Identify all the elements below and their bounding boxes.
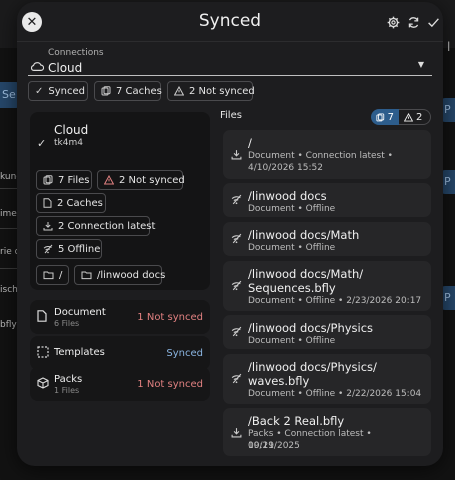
file-path: /linwood docs/Math [248,228,360,242]
file-path: /linwood docs/Physics/ [248,360,377,374]
file-meta: Document • Offline • 2/23/2026 20:17 [248,296,422,306]
download-icon [43,221,53,231]
file-path: /linwood docs/Math/ [248,267,364,281]
cloud-connection-card: Cloud ✓ tk4m4 7 Files 2 Not synced 2 Cac… [30,112,210,290]
background-glyph: l [447,40,451,54]
connection-user: tk4m4 [54,138,83,148]
chip-offline[interactable]: 5 Offline [36,239,102,259]
file-path: /linwood docs [248,189,327,203]
check-icon: ✓ [35,85,44,97]
chip-not-synced[interactable]: 2 Not synced [167,81,255,101]
background-button[interactable]: P [441,98,455,122]
file-meta: Document • Offline • 2/22/2026 15:04 [248,389,422,399]
offline-icon [231,326,242,340]
file-path: / [248,136,252,150]
asset-name: Templates [54,347,105,358]
document-icon [37,310,47,325]
file-meta: Document • Connection latest • [248,151,393,161]
asset-row-templates[interactable]: Templates Synced [30,336,210,370]
file-path: Sequences.bfly [248,281,336,295]
file-meta: Document • Offline [248,336,336,346]
file-meta: Document • Offline [248,243,336,253]
chip-caches[interactable]: 7 Caches [94,81,162,101]
connection-select[interactable]: Connections Cloud ▼ [28,48,432,76]
dialog-title: Synced [198,11,262,31]
offline-icon [231,233,242,247]
asset-status: Synced [166,348,203,359]
dialog-header: ✕ Synced [17,2,443,42]
warning-icon [404,112,413,122]
file-row[interactable]: / Document • Connection latest • 4/10/20… [223,130,431,179]
offline-icon [231,280,242,294]
chip-synced[interactable]: ✓ Synced [28,81,88,101]
files-title: Files [220,110,242,121]
download-icon [231,427,242,441]
file-row[interactable]: /linwood docs Document • Offline [223,183,431,217]
file-row[interactable]: /Back 2 Real.bfly Packs • Connection lat… [223,408,431,456]
warning-icon [174,86,184,96]
asset-row-document[interactable]: Document 6 Files 1 Not synced [30,300,210,334]
cloud-icon [30,62,44,71]
folder-icon [81,270,92,280]
file-meta: Document • Offline [248,204,336,214]
cache-icon [101,86,111,96]
offline-icon [231,194,242,208]
file-row[interactable]: /linwood docs/Physics Document • Offline [223,315,431,349]
connection-name: Cloud [54,123,89,137]
asset-status: 1 Not synced [137,379,203,390]
chip-not-synced[interactable]: 2 Not synced [97,170,185,190]
asset-status: 1 Not synced [137,312,203,323]
file-meta: 4/10/2026 15:52 [248,163,323,173]
badge-warning[interactable]: 2 [399,109,431,125]
check-icon: ✓ [37,137,47,150]
sync-dialog: ✕ Synced Connections Cloud ▼ ✓ Synced 7 C… [17,2,443,466]
chip-caches[interactable]: 2 Caches [36,193,106,213]
template-icon [37,346,49,361]
folder-icon [43,270,54,280]
warning-icon [104,175,114,185]
chip-folder-root[interactable]: / [36,265,69,285]
gear-icon[interactable] [385,14,401,30]
files-badges: 7 2 [371,109,433,125]
file-row[interactable]: /linwood docs/Math Document • Offline [223,222,431,256]
background-button[interactable]: P [441,286,455,310]
connection-label: Connections [48,48,104,58]
chip-folder-linwood-docs[interactable]: /linwood docs [74,265,165,285]
check-icon[interactable] [425,14,441,30]
file-icon [43,198,52,208]
chip-files[interactable]: 7 Files [36,170,92,190]
file-path: /Back 2 Real.bfly [248,414,345,428]
asset-count: 1 Files [54,386,80,395]
asset-row-packs[interactable]: Packs 1 Files 1 Not synced [30,367,210,401]
chip-connection-latest[interactable]: 2 Connection latest [36,216,155,236]
package-icon [37,377,49,392]
header-divider [17,41,443,42]
file-row[interactable]: /linwood docs/Math/ Sequences.bfly Docum… [223,261,431,311]
offline-icon [231,373,242,387]
connection-value: Cloud [48,61,83,75]
chevron-down-icon: ▼ [417,60,424,69]
offline-icon [43,244,53,254]
file-path: waves.bfly [248,374,310,388]
badge-cached[interactable]: 7 [371,109,399,125]
file-path: /linwood docs/Physics [248,321,374,335]
cache-icon [376,112,385,121]
download-icon [231,149,242,163]
file-meta: 09:19 [248,441,274,451]
refresh-icon[interactable] [405,14,421,30]
asset-name: Document [54,307,106,318]
asset-count: 6 Files [54,319,80,328]
background-button[interactable]: P [441,170,455,194]
asset-name: Packs [54,374,83,385]
file-row[interactable]: /linwood docs/Physics/ waves.bfly Docume… [223,354,431,404]
cache-icon [43,175,53,185]
